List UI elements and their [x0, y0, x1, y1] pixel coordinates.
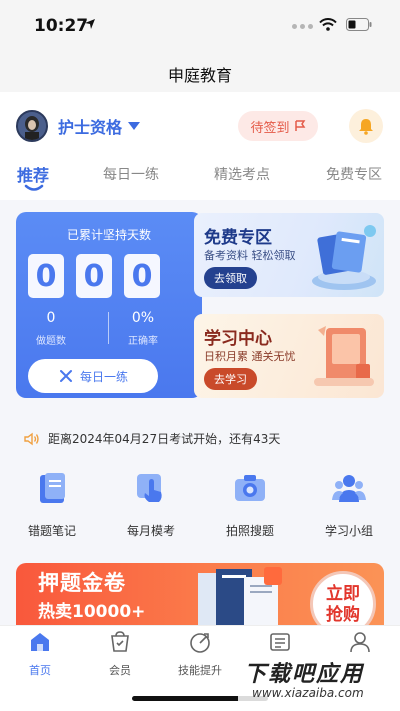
questions-done-value: 0 [46, 310, 56, 326]
stats-card: 已累计坚持天数 0 0 0 0 做题数 0% 正确率 每日一练 [16, 212, 202, 398]
header: 护士资格 待签到 推荐 每日一练 精选考点 免费专区 [0, 92, 400, 200]
daily-practice-label: 每日一练 [79, 369, 128, 384]
category-tabs: 推荐 每日一练 精选考点 免费专区 [0, 160, 400, 194]
questions-done-label: 做题数 [36, 336, 66, 347]
wifi-icon [319, 18, 337, 31]
tool-monthly-exam[interactable]: 每月模考 [111, 470, 191, 539]
avatar-image [18, 112, 46, 140]
promo-subtitle: 备考资料 轻松领取 [204, 249, 296, 262]
tool-photo-search[interactable]: 拍照搜题 [210, 470, 290, 539]
banner-subtitle: 热卖10000+ [38, 602, 146, 622]
tab-label: 技能提升 [178, 664, 222, 677]
tab-label: 首页 [29, 664, 51, 677]
camera-icon [235, 475, 265, 501]
speaker-icon [24, 432, 39, 445]
exam-countdown: 距离2024年04月27日考试开始，还有43天 [24, 430, 280, 447]
profile-icon [350, 632, 370, 653]
digit-box: 0 [28, 254, 64, 298]
buy-now-button[interactable]: 立即 抢购 [310, 571, 376, 625]
dropdown-triangle-icon [128, 122, 141, 130]
tool-label: 错题笔记 [27, 524, 76, 538]
list-icon [270, 633, 290, 651]
battery-icon [346, 18, 372, 31]
tools-icon [59, 370, 72, 382]
notification-button[interactable] [349, 109, 383, 143]
tab-skill[interactable]: 技能提升 [160, 630, 240, 678]
cta-line1: 立即 [326, 584, 360, 604]
tab-member[interactable]: 会员 [80, 630, 160, 678]
member-icon [111, 631, 129, 652]
tool-label: 每月模考 [126, 524, 175, 538]
home-icon [31, 633, 49, 651]
tool-grid: 错题笔记 每月模考 拍照搜题 学习小组 [0, 470, 400, 550]
tab-label: 会员 [109, 664, 131, 677]
accuracy-label: 正确率 [128, 336, 158, 347]
tab-indicator [24, 184, 44, 191]
avatar[interactable] [16, 110, 48, 142]
countdown-text: 距离2024年04月27日考试开始，还有43天 [48, 432, 281, 446]
checkin-label: 待签到 [250, 120, 290, 136]
watermark: 下载吧应用 www.xiazaiba.com [238, 654, 398, 704]
tool-label: 学习小组 [324, 524, 373, 538]
tab-daily-practice[interactable]: 每日一练 [103, 164, 159, 184]
cta-line2: 抢购 [326, 605, 360, 625]
claim-button[interactable]: 去领取 [204, 267, 257, 289]
study-button[interactable]: 去学习 [204, 368, 257, 390]
digit-box: 0 [76, 254, 112, 298]
checkin-button[interactable]: 待签到 [238, 111, 318, 141]
promo-subtitle: 日积月累 通关无忧 [204, 350, 296, 363]
tab-home[interactable]: 首页 [0, 630, 80, 678]
watermark-title: 下载吧应用 [244, 662, 365, 687]
tool-wrong-notes[interactable]: 错题笔记 [12, 470, 92, 539]
nav-bar: 申庭教育 [0, 52, 400, 92]
bell-icon [359, 119, 373, 135]
study-center-card[interactable]: 学习中心 日积月累 通关无忧 去学习 [194, 314, 384, 398]
books-illustration-icon [312, 225, 376, 290]
stats-title: 已累计坚持天数 [66, 228, 151, 242]
status-dots [292, 24, 313, 29]
status-time: 10:27 [34, 16, 89, 36]
daily-practice-button[interactable]: 每日一练 [28, 359, 158, 393]
accuracy-value: 0% [131, 310, 155, 326]
exam-papers-illustration-icon [198, 567, 282, 625]
banner-title: 押题金卷 [38, 571, 126, 595]
tab-free-zone[interactable]: 免费专区 [326, 164, 382, 184]
promo-banner[interactable]: 押题金卷 热卖10000+ 立即 抢购 [16, 563, 384, 625]
page-title: 申庭教育 [167, 66, 232, 85]
free-zone-card[interactable]: 免费专区 备考资料 轻松领取 去领取 [194, 213, 384, 297]
exam-label: 护士资格 [58, 118, 123, 137]
promo-title: 学习中心 [204, 329, 272, 349]
notebook-icon [40, 473, 65, 503]
promo-title: 免费专区 [204, 228, 272, 248]
status-bar: 10:27 [0, 0, 400, 52]
digit-box: 0 [124, 254, 160, 298]
skill-icon [190, 633, 210, 653]
exam-selector[interactable]: 护士资格 [58, 114, 141, 138]
tab-recommend[interactable]: 推荐 [17, 162, 49, 186]
tab-key-points[interactable]: 精选考点 [214, 164, 270, 184]
book-illustration-icon [314, 326, 374, 386]
location-arrow-icon [85, 19, 95, 29]
watermark-url: www.xiazaiba.com [252, 686, 364, 700]
flag-icon [294, 120, 305, 131]
group-icon [332, 475, 366, 502]
tool-study-group[interactable]: 学习小组 [309, 470, 389, 539]
exam-touch-icon [137, 474, 162, 502]
tool-label: 拍照搜题 [225, 524, 274, 538]
